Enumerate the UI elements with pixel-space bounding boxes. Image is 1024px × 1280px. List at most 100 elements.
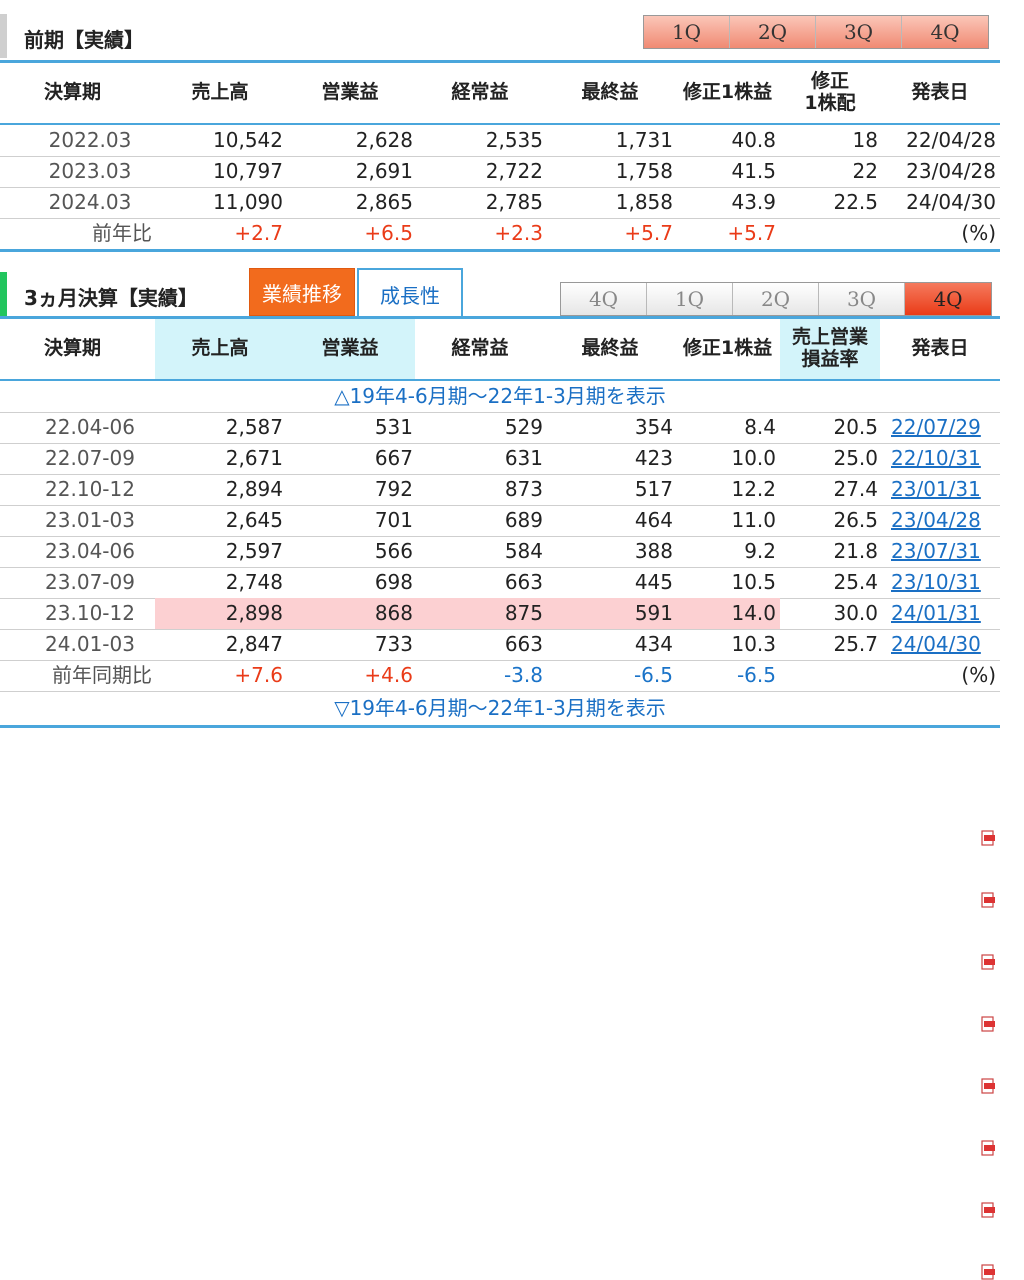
- operating-cell: 667: [374, 446, 413, 470]
- quarterly-quarter-selector: 4Q 1Q 2Q 3Q 4Q: [560, 282, 992, 316]
- header-sales: 売上高: [155, 319, 285, 379]
- yoy-label: 前年同期比: [52, 663, 152, 687]
- header-sales: 売上高: [191, 81, 249, 104]
- quarterly-q2-button[interactable]: 2Q: [733, 283, 819, 315]
- section-marker: [0, 272, 7, 316]
- net-cell: 445: [634, 570, 673, 594]
- date-link[interactable]: 22/10/31: [891, 443, 981, 474]
- pdf-icon[interactable]: [981, 830, 996, 846]
- sales-cell: 2,748: [225, 570, 283, 594]
- ordinary-cell: 529: [504, 415, 543, 439]
- table-row: 22.10-12 2,894 792 873 517 12.2 27.4 23/…: [0, 474, 1000, 970]
- divider: [0, 691, 1000, 692]
- net-cell: 1,758: [615, 159, 673, 183]
- date-link[interactable]: 22/07/29: [891, 412, 981, 443]
- sales-cell: 2,847: [225, 632, 283, 656]
- date-link[interactable]: 24/01/31: [891, 598, 981, 629]
- dividend-cell: 22: [852, 159, 878, 183]
- eps-cell: 10.5: [731, 570, 776, 594]
- yoy-operating: +4.6: [364, 663, 413, 687]
- annual-q4-button[interactable]: 4Q: [902, 16, 988, 48]
- sales-cell: 10,797: [213, 159, 283, 183]
- pdf-icon[interactable]: [981, 1078, 996, 1094]
- table-row: 2024.03 11,090 2,865 2,785 1,858 43.9 22…: [0, 187, 1000, 218]
- quarterly-q4-prev-button[interactable]: 4Q: [561, 283, 647, 315]
- operating-cell: 2,691: [355, 159, 413, 183]
- tab-growth[interactable]: 成長性: [357, 268, 463, 318]
- annual-q1-button[interactable]: 1Q: [644, 16, 730, 48]
- sales-cell: 10,542: [213, 128, 283, 152]
- date-link[interactable]: 24/04/30: [891, 629, 981, 660]
- period-cell: 22.07-09: [45, 446, 135, 470]
- ordinary-cell: 2,785: [485, 190, 543, 214]
- eps-cell: 41.5: [731, 159, 776, 183]
- dividend-cell: 22.5: [833, 190, 878, 214]
- quarterly-q4-button[interactable]: 4Q: [905, 283, 991, 315]
- show-earlier-periods-link-bottom[interactable]: ▽19年4-6月期～22年1-3月期を表示: [0, 693, 1000, 724]
- annual-q2-button[interactable]: 2Q: [730, 16, 816, 48]
- date-link[interactable]: 23/04/28: [891, 505, 981, 536]
- period-cell: 23.07-09: [45, 570, 135, 594]
- header-period: 決算期: [43, 81, 101, 104]
- date-link[interactable]: 23/10/31: [891, 567, 981, 598]
- date-cell: 24/04/30: [906, 190, 996, 214]
- date-link[interactable]: 23/07/31: [891, 536, 981, 567]
- yoy-unit: (%): [961, 663, 996, 687]
- eps-cell: 8.4: [744, 415, 776, 439]
- quarterly-q1-button[interactable]: 1Q: [647, 283, 733, 315]
- table-row: 24.01-03 2,847 733 663 434 10.3 25.7 24/…: [0, 629, 1000, 1280]
- yoy-ordinary: -3.8: [503, 663, 543, 687]
- table-row: 22.07-09 2,671 667 631 423 10.0 25.0 22/…: [0, 443, 1000, 908]
- yoy-ordinary: +2.3: [494, 221, 543, 245]
- eps-cell: 43.9: [731, 190, 776, 214]
- header-release-date: 発表日: [911, 81, 969, 104]
- pdf-icon[interactable]: [981, 1264, 996, 1280]
- yoy-sales: +7.6: [234, 663, 283, 687]
- divider: [0, 725, 1000, 728]
- quarterly-q3-button[interactable]: 3Q: [819, 283, 905, 315]
- sales-cell: 2,898: [155, 598, 285, 629]
- net-cell: 464: [634, 508, 673, 532]
- annual-q3-button[interactable]: 3Q: [816, 16, 902, 48]
- margin-cell: 25.0: [833, 446, 878, 470]
- table-row: 2022.03 10,542 2,628 2,535 1,731 40.8 18…: [0, 125, 1000, 156]
- net-cell: 1,858: [615, 190, 673, 214]
- yoy-sales: +2.7: [234, 221, 283, 245]
- operating-cell: 701: [374, 508, 413, 532]
- pdf-icon[interactable]: [981, 954, 996, 970]
- pdf-icon[interactable]: [981, 1016, 996, 1032]
- show-earlier-periods-link[interactable]: △19年4-6月期～22年1-3月期を表示: [0, 381, 1000, 412]
- header-ordinary-profit: 経常益: [451, 81, 509, 104]
- quarterly-section-title: 3ヵ月決算【実績】: [24, 286, 198, 310]
- net-cell: 434: [634, 632, 673, 656]
- table-row: 22.04-06 2,587 531 529 354 8.4 20.5 22/0…: [0, 412, 1000, 846]
- table-row: 23.04-06 2,597 566 584 388 9.2 21.8 23/0…: [0, 536, 1000, 1094]
- header-net-profit: 最終益: [581, 81, 639, 104]
- sales-cell: 2,597: [225, 539, 283, 563]
- eps-cell: 10.0: [731, 446, 776, 470]
- pdf-icon[interactable]: [981, 1140, 996, 1156]
- sales-cell: 2,645: [225, 508, 283, 532]
- pdf-icon[interactable]: [981, 1202, 996, 1218]
- tab-performance[interactable]: 業績推移: [249, 268, 355, 316]
- ordinary-cell: 584: [504, 539, 543, 563]
- ordinary-cell: 2,722: [485, 159, 543, 183]
- operating-cell: 566: [374, 539, 413, 563]
- period-cell: 23.04-06: [45, 539, 135, 563]
- period-cell: 22.10-12: [45, 477, 135, 501]
- net-cell: 591: [545, 598, 675, 629]
- period-cell: 23.01-03: [45, 508, 135, 532]
- header-eps: 修正1株益: [682, 81, 773, 104]
- header-operating-profit: 営業益: [321, 81, 379, 104]
- period-cell: 2022.03: [48, 128, 132, 152]
- yoy-eps: +5.7: [727, 221, 776, 245]
- operating-cell: 2,865: [355, 190, 413, 214]
- yoy-unit: (%): [961, 221, 996, 245]
- pdf-icon[interactable]: [981, 892, 996, 908]
- net-cell: 1,731: [615, 128, 673, 152]
- date-link[interactable]: 23/01/31: [891, 474, 981, 505]
- period-cell: 22.04-06: [45, 415, 135, 439]
- yoy-row: 前年同期比 +7.6 +4.6 -3.8 -6.5 -6.5 (%): [0, 660, 1000, 691]
- net-cell: 423: [634, 446, 673, 470]
- header-net-profit: 最終益: [581, 337, 639, 360]
